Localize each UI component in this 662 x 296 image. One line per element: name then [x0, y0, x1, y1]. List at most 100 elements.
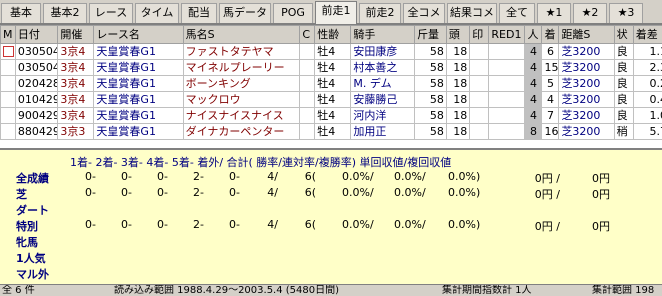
cell-heads: 18	[445, 75, 471, 92]
status-range2: 集計範囲 198	[592, 285, 655, 296]
stats-value: 6(	[304, 170, 316, 183]
cell-empty	[469, 75, 490, 92]
column-header[interactable]: M	[0, 25, 16, 44]
cell-date: 880429	[14, 123, 59, 140]
cell-course: 3京4	[57, 59, 95, 76]
mark-cell	[0, 59, 16, 76]
stats-value: 0-	[85, 218, 96, 231]
column-header[interactable]: 頭	[445, 25, 471, 44]
table-row[interactable]: 030504 3京4 天皇賞春G1 マイネルプレーリー 牡4 村本善之 58 18 4 15 芝32…	[0, 59, 662, 76]
mark-checkbox[interactable]	[3, 46, 14, 57]
column-header[interactable]: 着差	[632, 25, 662, 44]
column-header[interactable]: 開催	[57, 25, 95, 44]
cell-finish: 7	[541, 107, 560, 124]
cell-finish: 6	[541, 43, 560, 60]
tab-0[interactable]: 基本	[1, 3, 41, 23]
cell-sexage: 牡4	[314, 107, 352, 124]
tab-9[interactable]: 全コメ	[403, 3, 445, 23]
stats-value: 2-	[193, 186, 204, 199]
cell-empty	[299, 123, 316, 140]
column-header[interactable]: C	[299, 25, 316, 44]
cell-cond: 良	[613, 75, 634, 92]
table-row[interactable]: 020428 3京4 天皇賞春G1 ボーンキング 牡4 M. デム 58 18 4 5 芝3200 良…	[0, 75, 662, 92]
cell-empty	[488, 43, 526, 60]
tab-11[interactable]: 全て	[499, 3, 535, 23]
column-header[interactable]: 性齢	[314, 25, 352, 44]
table-row[interactable]: 010429 3京4 天皇賞春G1 マックロウ 牡4 安藤勝己 58 18 4 4 芝3200 良 0.…	[0, 91, 662, 108]
cell-jockey: 安田康彦	[350, 43, 416, 60]
table-header: M 日付 開催 レース名 馬名S C 性齢 騎手 斤量頭印 RED1 人着距離S 状着差	[0, 25, 662, 44]
cell-cond: 良	[613, 43, 634, 60]
column-header[interactable]: 馬名S	[182, 25, 301, 44]
stats-row-label: 芝	[16, 188, 27, 201]
stats-value: 0-	[85, 186, 96, 199]
cell-date: 030504	[14, 59, 59, 76]
cell-finish: 4	[541, 91, 560, 108]
column-header[interactable]: 印	[469, 25, 490, 44]
cell-weight: 58	[414, 123, 447, 140]
table-row[interactable]: 880429 3京3 天皇賞春G1 ダイナカーペンター 牡4 加用正 58 18 8 16 芝320…	[0, 123, 662, 140]
stats-value: 0.0%/	[394, 170, 426, 183]
stats-value: 4/	[267, 218, 278, 231]
stats-value: 0.0%)	[448, 186, 481, 199]
cell-jockey: 加用正	[350, 123, 416, 140]
tab-7[interactable]: 前走1	[315, 1, 357, 24]
cell-cond: 良	[613, 107, 634, 124]
stats-value: 0-	[229, 170, 240, 183]
stats-value: 0-	[121, 218, 132, 231]
tab-10[interactable]: 結果コメ	[447, 3, 497, 23]
cell-date: 020428	[14, 75, 59, 92]
column-header[interactable]: 距離S	[558, 25, 615, 44]
status-bar: 全 6 件 読み込み範囲 1988.4.29～2003.5.4 (5480日間)…	[0, 284, 662, 296]
tab-8[interactable]: 前走2	[359, 3, 401, 23]
cell-empty	[469, 123, 490, 140]
tab-2[interactable]: レース	[89, 3, 133, 23]
cell-finish: 15	[541, 59, 560, 76]
cell-jockey: 村本善之	[350, 59, 416, 76]
cell-horse: マックロウ	[182, 91, 301, 108]
cell-margin: 0.4	[632, 91, 662, 108]
status-count: 全 6 件	[2, 285, 35, 296]
cell-margin: 1.0	[632, 107, 662, 124]
stats-value: 6(	[304, 186, 316, 199]
tab-4[interactable]: 配当	[181, 3, 217, 23]
tab-3[interactable]: タイム	[135, 3, 179, 23]
column-header[interactable]: RED1	[488, 25, 526, 44]
cell-race: 天皇賞春G1	[93, 75, 184, 92]
tab-12[interactable]: ★1	[537, 3, 571, 23]
tab-1[interactable]: 基本2	[43, 3, 87, 23]
cell-sexage: 牡4	[314, 59, 352, 76]
stats-row-label: 特別	[16, 220, 38, 233]
column-header[interactable]: 斤量	[414, 25, 447, 44]
cell-course: 3京4	[57, 43, 95, 60]
column-header[interactable]: 人	[524, 25, 543, 44]
stats-value: 0円 /	[534, 188, 560, 201]
stats-row-label: 全成績	[16, 172, 49, 185]
stats-value: 4/	[267, 170, 278, 183]
column-header[interactable]: 状	[613, 25, 634, 44]
tab-5[interactable]: 馬データ	[219, 3, 271, 23]
tab-14[interactable]: ★3	[609, 3, 643, 23]
cell-date: 900429	[14, 107, 59, 124]
stats-row: 1人気	[0, 250, 662, 265]
column-header[interactable]: 着	[541, 25, 560, 44]
mark-cell	[0, 123, 16, 140]
cell-margin: 0.2	[632, 75, 662, 92]
table-row[interactable]: 900429 3京4 天皇賞春G1 ナイスナイスナイス 牡4 河内洋 58 18 4 7 芝3200…	[0, 107, 662, 124]
stats-value: 0-	[85, 170, 96, 183]
stats-row: 全成績 0- 0- 0- 2- 0- 4/6(0.0%/ 0.0%/ 0.0%) 0円 / 0円	[0, 170, 662, 185]
cell-finish: 16	[541, 123, 560, 140]
column-header[interactable]: 騎手	[350, 25, 416, 44]
tab-6[interactable]: POG	[273, 3, 313, 23]
table-row[interactable]: 030504 3京4 天皇賞春G1 ファストタテヤマ 牡4 安田康彦 58 18 4 6 芝3200…	[0, 43, 662, 60]
mark-cell	[0, 43, 16, 60]
column-header[interactable]: 日付	[14, 25, 59, 44]
stats-value: 0.0%)	[448, 218, 481, 231]
column-header[interactable]: レース名	[93, 25, 184, 44]
cell-weight: 58	[414, 59, 447, 76]
cell-empty	[488, 107, 526, 124]
cell-heads: 18	[445, 43, 471, 60]
stats-row: ダート	[0, 202, 662, 217]
tab-13[interactable]: ★2	[573, 3, 607, 23]
cell-pop: 4	[524, 43, 543, 60]
